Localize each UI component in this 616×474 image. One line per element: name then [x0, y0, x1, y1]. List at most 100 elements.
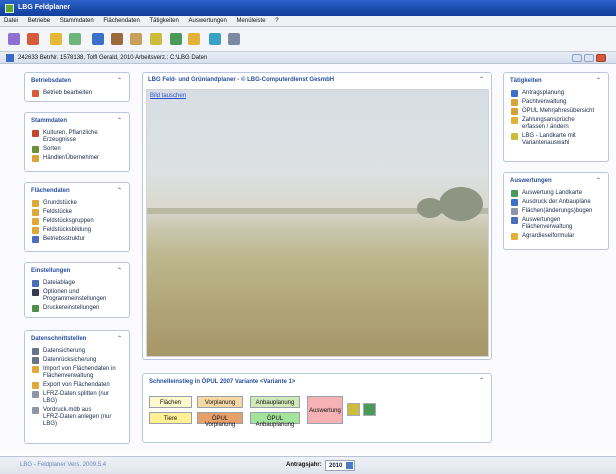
- basket-tool-button[interactable]: [128, 31, 144, 47]
- year-selector[interactable]: 2010: [325, 460, 355, 471]
- anbauplanung-button[interactable]: Anbauplanung: [250, 396, 300, 408]
- flaechen-button[interactable]: Flächen: [149, 396, 192, 408]
- structure-icon: [32, 236, 39, 243]
- map-icon[interactable]: [347, 403, 360, 416]
- menu-flaechendaten[interactable]: Flächendaten: [99, 16, 143, 24]
- item-auswertungen-flaechenverwaltung[interactable]: Auswertungen Flächenverwaltung: [504, 217, 608, 231]
- close-button[interactable]: [596, 54, 606, 62]
- menu-menueleiste[interactable]: Menüleiste: [233, 16, 270, 24]
- book-tool-button[interactable]: [48, 31, 64, 47]
- menu-taetigkeiten[interactable]: Tätigkeiten: [145, 16, 182, 24]
- restore-button[interactable]: [584, 54, 594, 62]
- chart-tool-button[interactable]: [168, 31, 184, 47]
- item-feldstuecksbildung[interactable]: Feldstücksbildung: [25, 227, 129, 234]
- item-auswertung-landkarte[interactable]: Auswertung Landkarte: [504, 190, 608, 197]
- collapse-icon[interactable]: ⌃: [479, 76, 484, 83]
- menu-datei[interactable]: Datei: [0, 16, 22, 24]
- document-info-text: 242633 BetrNr. 1578138, Tolfl Gerald, 20…: [18, 55, 208, 61]
- menu-help[interactable]: ?: [271, 16, 282, 24]
- menu-stammdaten[interactable]: Stammdaten: [56, 16, 98, 24]
- item-betriebsstruktur[interactable]: Betriebsstruktur: [25, 236, 129, 243]
- help-tool-button[interactable]: [226, 31, 242, 47]
- tractor-icon: [511, 90, 518, 97]
- item-zahlungsansprueche[interactable]: Zahlungsansprüche erfassen / ändern: [504, 117, 608, 131]
- item-lfrz-splitten[interactable]: LFRZ-Daten splitten (nur LBG): [25, 391, 129, 405]
- item-landkarte-variantenauswahl[interactable]: LBG - Landkarte mit Variantenauswahl: [504, 133, 608, 147]
- collapse-icon[interactable]: ⌃: [117, 335, 122, 342]
- item-grundstuecke[interactable]: Grundstücke: [25, 200, 129, 207]
- calc-tool-button[interactable]: [67, 31, 83, 47]
- tractor-tool-button[interactable]: [90, 31, 106, 47]
- minimize-button[interactable]: [572, 54, 582, 62]
- restore-icon: [32, 357, 39, 364]
- item-betrieb-bearbeiten[interactable]: Betrieb bearbeiten: [25, 90, 129, 97]
- help-icon: [228, 33, 240, 45]
- panel-title: Einstellungen: [31, 268, 71, 274]
- satellite-tool-button[interactable]: [207, 31, 223, 47]
- item-agrardieselformular[interactable]: Agrardieselformular: [504, 233, 608, 240]
- collapse-icon[interactable]: ⌃: [117, 117, 122, 124]
- item-feldstuecke[interactable]: Feldstücke: [25, 209, 129, 216]
- menu-auswertungen[interactable]: Auswertungen: [185, 16, 231, 24]
- tree: [439, 187, 483, 221]
- bar-chart-icon: [170, 33, 182, 45]
- item-dateiablage[interactable]: Dateiablage: [25, 280, 129, 287]
- item-haendler[interactable]: Händler/Übernehmer: [25, 155, 129, 162]
- item-flaechenaenderungsbogen[interactable]: Flächen(änderungs)bogen: [504, 208, 608, 215]
- item-ausdruck-anbauplaene[interactable]: Ausdruck der Anbaupläne: [504, 199, 608, 206]
- oepul-anbauplanung-button[interactable]: ÖPUL Anbauplanung: [250, 412, 300, 428]
- collapse-icon[interactable]: ⌃: [117, 267, 122, 274]
- field-icon: [32, 209, 39, 216]
- bar-chart-icon[interactable]: [363, 403, 376, 416]
- exit-icon: [8, 33, 20, 45]
- collapse-icon[interactable]: ⌃: [596, 177, 601, 184]
- tiere-button[interactable]: Tiere: [149, 412, 192, 424]
- parcel-icon: [32, 200, 39, 207]
- panel-flaechendaten: Flächendaten ⌃ Grundstücke Feldstücke Fel…: [24, 182, 130, 252]
- toolbar: [0, 27, 616, 52]
- panel-title: Flächendaten: [31, 188, 70, 194]
- item-druckereinstellungen[interactable]: Druckereinstellungen: [25, 305, 129, 312]
- quickstart-title: Schnelleinstieg in ÖPUL 2007 Variante <V…: [149, 379, 296, 385]
- item-import-flaechendaten[interactable]: Import von Flächendaten in Flächenverwalt…: [25, 366, 129, 380]
- map-tool-button[interactable]: [148, 31, 164, 47]
- item-feldstuecksgruppen[interactable]: Feldstücksgruppen: [25, 218, 129, 225]
- plant-icon: [32, 130, 39, 137]
- report-icon: [511, 217, 518, 224]
- spinner-icon[interactable]: [346, 462, 353, 469]
- item-datenruecksicherung[interactable]: Datenrücksicherung: [25, 357, 129, 364]
- document-icon: [6, 54, 14, 62]
- item-datensicherung[interactable]: Datensicherung: [25, 348, 129, 355]
- menu-bar: Datei Betriebe Stammdaten Flächendaten T…: [0, 16, 616, 27]
- drop-tool-button[interactable]: [186, 31, 202, 47]
- database-icon: [32, 407, 39, 414]
- welcome-panel: LBG Feld- und Grünlandplaner - © LBG-Com…: [142, 72, 492, 360]
- collapse-icon[interactable]: ⌃: [117, 187, 122, 194]
- status-bar: LBG - Feldplaner Vers. 2009.5.4 Antragsj…: [0, 456, 616, 474]
- item-pachtverwaltung[interactable]: Pachtverwaltung: [504, 99, 608, 106]
- collapse-icon[interactable]: ⌃: [479, 377, 484, 384]
- field-tool-button[interactable]: [109, 31, 125, 47]
- menu-betriebe[interactable]: Betriebe: [24, 16, 54, 24]
- exit-tool-button[interactable]: [6, 31, 22, 47]
- item-vordruck-mdb[interactable]: Vordruck.mdb aus LFRZ-Daten anlegen (nur L…: [25, 407, 129, 428]
- item-sorten[interactable]: Sorten: [25, 146, 129, 153]
- item-antragsplanung[interactable]: Antragsplanung: [504, 90, 608, 97]
- map-chart-icon: [511, 190, 518, 197]
- settings-icon: [32, 289, 39, 296]
- vorplanung-button[interactable]: Vorplanung: [197, 396, 243, 408]
- swap-image-link[interactable]: Bild tauschen: [150, 93, 186, 99]
- auswertung-button[interactable]: Auswertung: [307, 396, 343, 424]
- collapse-icon[interactable]: ⌃: [117, 77, 122, 84]
- panel-title: Auswertungen: [510, 178, 552, 184]
- item-oepul-mehrjahresuebersicht[interactable]: ÖPUL Mehrjahresübersicht: [504, 108, 608, 115]
- seed-icon: [32, 146, 39, 153]
- collapse-icon[interactable]: ⌃: [596, 77, 601, 84]
- item-kulturen[interactable]: Kulturen, Pflanzliche Erzeugnisse: [25, 130, 129, 144]
- item-optionen[interactable]: Optionen und Programmeinstellungen: [25, 289, 129, 303]
- oepul-vorplanung-button[interactable]: ÖPUL Vorplanung: [197, 412, 243, 428]
- panel-title: Datenschnittstellen: [31, 336, 87, 342]
- item-export-flaechendaten[interactable]: Export von Flächendaten: [25, 382, 129, 389]
- home-tool-button[interactable]: [25, 31, 41, 47]
- handshake-icon: [511, 99, 518, 106]
